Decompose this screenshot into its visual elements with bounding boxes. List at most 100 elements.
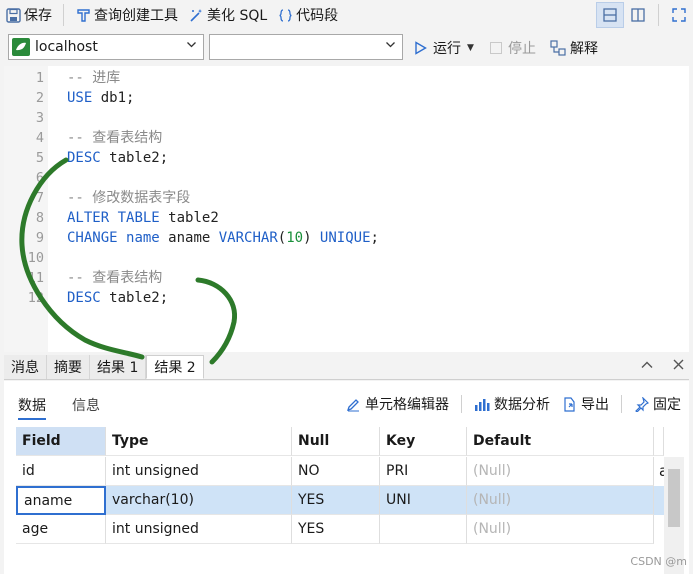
line-number: 5 xyxy=(35,150,44,166)
table-cell-null[interactable]: NO xyxy=(292,457,380,486)
code-line[interactable]: -- 进库 xyxy=(67,68,120,88)
code-token: ALTER xyxy=(67,210,110,226)
code-line[interactable]: DESC table2; xyxy=(67,288,168,308)
code-token: UNIQUE xyxy=(319,230,371,246)
split-horizontal-button[interactable] xyxy=(596,2,624,28)
data-analysis-button[interactable]: 数据分析 xyxy=(474,394,550,414)
line-number: 12 xyxy=(27,290,44,306)
query-builder-button[interactable]: 查询创建工具 xyxy=(70,2,183,28)
code-line[interactable]: -- 查看表结构 xyxy=(67,268,162,288)
code-token: USE xyxy=(67,90,93,106)
table-cell-default[interactable]: (Null) xyxy=(467,515,654,544)
result-tabs: 消息 摘要 结果 1 结果 2 xyxy=(4,355,689,380)
explain-icon xyxy=(550,40,566,56)
scrollbar-thumb[interactable] xyxy=(668,469,680,527)
table-cell-default[interactable]: (Null) xyxy=(467,457,654,486)
subtab-data[interactable]: 数据 xyxy=(18,395,46,420)
stop-button[interactable]: 停止 xyxy=(490,36,536,60)
collapse-panel-button[interactable] xyxy=(640,358,654,376)
magic-wand-icon xyxy=(188,7,204,23)
table-cell-null[interactable]: YES xyxy=(292,515,380,544)
action-separator xyxy=(461,395,462,413)
pin-button[interactable]: 固定 xyxy=(634,394,681,414)
table-cell-default[interactable]: (Null) xyxy=(467,486,654,515)
code-token: CHANGE xyxy=(67,230,118,246)
beautify-sql-button[interactable]: 美化 SQL xyxy=(183,2,272,28)
line-number: 4 xyxy=(35,130,44,146)
code-token: VARCHAR xyxy=(218,230,278,246)
column-header-default[interactable]: Default xyxy=(467,427,654,456)
table-cell-field[interactable]: aname xyxy=(16,486,106,515)
save-label: 保存 xyxy=(24,8,52,24)
table-cell-null[interactable]: YES xyxy=(292,486,380,515)
query-builder-label: 查询创建工具 xyxy=(94,8,178,24)
main-toolbar: 保存 查询创建工具 美化 SQL 代码段 xyxy=(0,0,693,30)
split-vertical-button[interactable] xyxy=(624,2,652,28)
tab-result-2[interactable]: 结果 2 xyxy=(146,355,204,379)
column-header-type[interactable]: Type xyxy=(106,427,292,456)
code-line[interactable]: USE db1; xyxy=(67,88,134,108)
watermark: CSDN @m xyxy=(630,555,687,568)
code-token: table2; xyxy=(100,290,169,306)
result-actions: 单元格编辑器 数据分析 导出 固定 xyxy=(334,394,681,414)
close-panel-button[interactable] xyxy=(672,358,685,376)
fullscreen-button[interactable] xyxy=(665,2,693,28)
code-line[interactable]: -- 修改数据表字段 xyxy=(67,188,190,208)
close-icon xyxy=(673,359,684,370)
tab-messages[interactable]: 消息 xyxy=(4,355,47,379)
code-token: -- 查看表结构 xyxy=(67,130,163,146)
table-cell-key[interactable]: PRI xyxy=(380,457,467,486)
run-button[interactable]: 运行 ▼ xyxy=(414,36,474,60)
export-icon xyxy=(564,396,575,412)
line-number: 7 xyxy=(35,190,44,206)
cell-editor-button[interactable]: 单元格编辑器 xyxy=(346,394,449,414)
line-number: 8 xyxy=(35,210,44,226)
stop-label: 停止 xyxy=(508,41,536,57)
beautify-sql-label: 美化 SQL xyxy=(207,8,268,24)
table-cell-key[interactable] xyxy=(380,515,467,544)
table-cell-type[interactable]: int unsigned xyxy=(106,457,292,486)
table-cell-type[interactable]: int unsigned xyxy=(106,515,292,544)
table-cell-type[interactable]: varchar(10) xyxy=(106,486,292,515)
data-analysis-label: 数据分析 xyxy=(494,397,550,413)
column-header-null[interactable]: Null xyxy=(292,427,380,456)
caret-down-icon: ▼ xyxy=(467,43,474,53)
cell-editor-label: 单元格编辑器 xyxy=(365,397,449,413)
table-cell-key[interactable]: UNI xyxy=(380,486,467,515)
chevron-up-icon xyxy=(641,361,653,368)
play-icon xyxy=(415,41,427,55)
code-token: aname xyxy=(159,230,219,246)
table-cell-field[interactable]: id xyxy=(16,457,106,486)
explain-button[interactable]: 解释 xyxy=(550,36,598,60)
save-button[interactable]: 保存 xyxy=(0,2,57,28)
query-builder-icon xyxy=(75,7,91,23)
code-token: table2; xyxy=(100,150,169,166)
analysis-chart-icon xyxy=(475,398,490,411)
code-line[interactable]: ALTER TABLE table2 xyxy=(67,208,219,228)
code-line[interactable]: -- 查看表结构 xyxy=(67,128,162,148)
subtab-info[interactable]: 信息 xyxy=(72,395,100,420)
code-token: -- 查看表结构 xyxy=(67,270,163,286)
code-line[interactable]: CHANGE name aname VARCHAR(10) UNIQUE; xyxy=(67,228,379,248)
connection-select[interactable]: localhost xyxy=(8,34,204,60)
fullscreen-icon xyxy=(672,8,686,22)
code-token: db1; xyxy=(92,90,135,106)
export-button[interactable]: 导出 xyxy=(562,394,609,414)
code-line[interactable]: DESC table2; xyxy=(67,148,168,168)
code-snippet-button[interactable]: 代码段 xyxy=(272,2,343,28)
split-horizontal-icon xyxy=(603,8,617,22)
column-header-key[interactable]: Key xyxy=(380,427,467,456)
code-token: name xyxy=(126,230,160,246)
sql-editor[interactable]: 1 2 3 4 5 6 7 8 9 10 11 12 -- 进库 USE db1; -- 查看表结构 DES… xyxy=(4,66,689,352)
code-token: DESC xyxy=(67,150,101,166)
tab-summary[interactable]: 摘要 xyxy=(47,355,90,379)
code-token: 10 xyxy=(286,230,304,246)
table-cell-field[interactable]: age xyxy=(16,515,106,544)
tab-result-1[interactable]: 结果 1 xyxy=(90,355,147,379)
save-icon xyxy=(5,7,21,23)
layout-controls xyxy=(596,0,693,30)
database-select[interactable] xyxy=(209,34,403,60)
line-number: 6 xyxy=(35,170,44,186)
column-header-field[interactable]: Field xyxy=(16,427,106,456)
code-snippet-label: 代码段 xyxy=(296,8,339,24)
